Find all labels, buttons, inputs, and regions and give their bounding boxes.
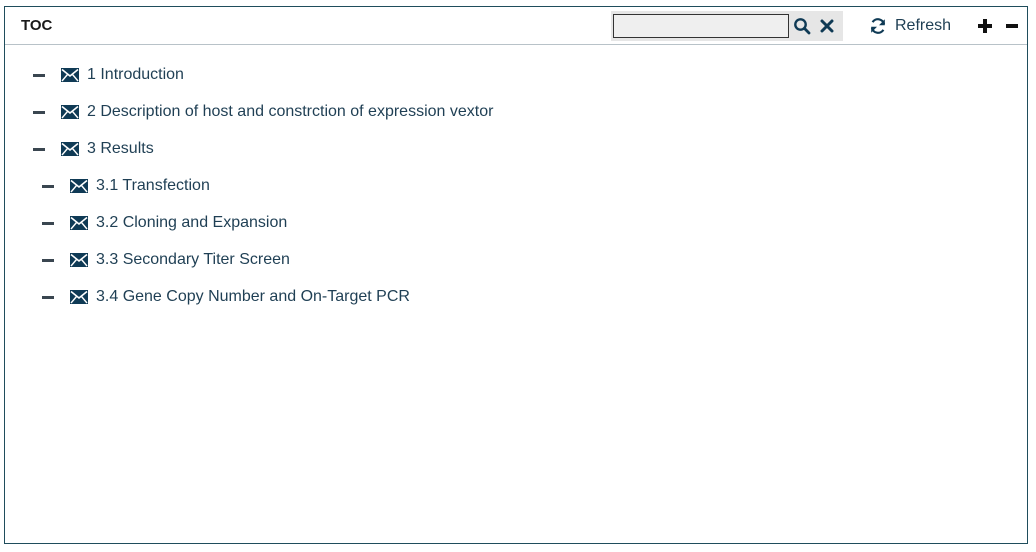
toc-header: TOC Refresh [5,7,1027,45]
search-input[interactable] [613,14,789,38]
collapse-icon[interactable] [33,110,45,114]
tree-node[interactable]: 2 Description of host and constrction of… [33,101,493,123]
search-icon[interactable] [791,15,813,37]
tree-node-label[interactable]: 3.4 Gene Copy Number and On-Target PCR [96,288,410,306]
tree-node-label[interactable]: 3.2 Cloning and Expansion [96,214,287,232]
collapse-icon[interactable] [42,295,54,299]
envelope-icon [70,290,88,304]
collapse-icon[interactable] [33,73,45,77]
envelope-icon [61,68,79,82]
tree-node[interactable]: 3.1 Transfection [42,175,210,197]
collapse-icon[interactable] [42,221,54,225]
tree-node[interactable]: 1 Introduction [33,64,184,86]
clear-search-icon[interactable] [816,15,838,37]
expand-all-icon[interactable] [975,16,995,36]
envelope-icon [70,253,88,267]
collapse-icon[interactable] [33,147,45,151]
toc-tree: 1 Introduction 2 Description of host and… [5,45,1027,543]
tree-node-label[interactable]: 2 Description of host and constrction of… [87,103,493,121]
toc-title: TOC [21,17,53,34]
envelope-icon [61,142,79,156]
collapse-all-icon[interactable] [1002,16,1022,36]
envelope-icon [61,105,79,119]
refresh-icon [869,17,887,35]
refresh-label: Refresh [895,17,952,34]
tree-node-label[interactable]: 3 Results [87,140,154,158]
tree-node-label[interactable]: 1 Introduction [87,66,184,84]
collapse-icon[interactable] [42,184,54,188]
tree-node[interactable]: 3.3 Secondary Titer Screen [42,249,290,271]
tree-node[interactable]: 3 Results [33,138,154,160]
tree-node[interactable]: 3.2 Cloning and Expansion [42,212,287,234]
refresh-button[interactable]: Refresh [869,13,951,39]
tree-node-label[interactable]: 3.1 Transfection [96,177,210,195]
envelope-icon [70,179,88,193]
envelope-icon [70,216,88,230]
collapse-icon[interactable] [42,258,54,262]
tree-node[interactable]: 3.4 Gene Copy Number and On-Target PCR [42,286,410,308]
search-bar [611,11,843,41]
toc-panel: TOC Refresh 1 Introduction 2 Description… [4,6,1028,544]
tree-node-label[interactable]: 3.3 Secondary Titer Screen [96,251,290,269]
